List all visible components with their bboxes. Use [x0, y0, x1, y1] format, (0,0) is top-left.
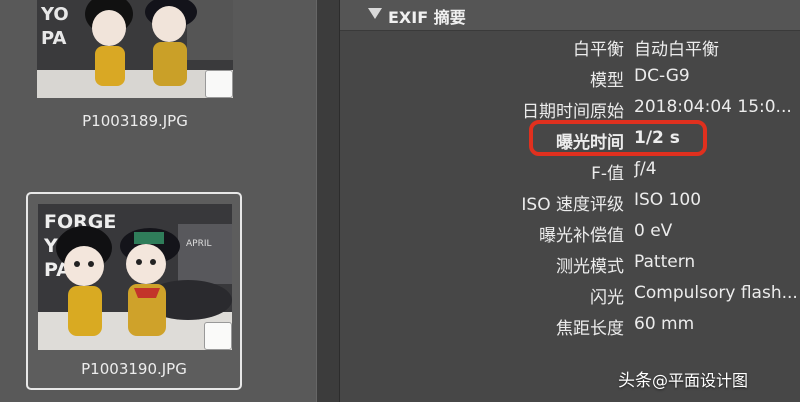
thumbnail-browser: YO PA P1003189.JPG FORGE YOU PA [0, 0, 316, 402]
exif-label: 模型 [590, 71, 624, 91]
exif-value: DC-G9 [634, 66, 690, 86]
watermark: 头条@平面设计图 [618, 366, 748, 391]
exif-row-focal-length: 焦距长度 60 mm [340, 311, 800, 341]
exif-row-f-number: F-值 ƒ/4 [340, 156, 800, 186]
watermark-prefix: 头条 [618, 371, 652, 391]
doll-photo-image: FORGE YOU PA APRIL [38, 204, 232, 350]
exif-row-flash: 闪光 Compulsory flash... [340, 280, 800, 310]
exif-row-white-balance: 白平衡 自动白平衡 [340, 32, 800, 62]
thumbnail-item[interactable]: YO PA P1003189.JPG [37, 0, 233, 140]
thumbnail-filename: P1003190.JPG [81, 360, 187, 378]
exif-section-title: EXIF 摘要 [388, 8, 466, 27]
exif-row-exposure-bias: 曝光补偿值 0 eV [340, 218, 800, 248]
exif-label: F-值 [591, 164, 624, 184]
exif-label: 测光模式 [556, 257, 624, 277]
exif-value: 0 eV [634, 221, 673, 241]
exif-row-iso: ISO 速度评级 ISO 100 [340, 187, 800, 217]
photo-calendar-text: APRIL [186, 239, 212, 249]
exif-value: 60 mm [634, 314, 695, 334]
panel-divider[interactable] [316, 0, 340, 402]
exif-label: ISO 速度评级 [521, 195, 624, 215]
exif-label: 白平衡 [573, 40, 624, 60]
exif-row-metering-mode: 测光模式 Pattern [340, 249, 800, 279]
exif-value: Pattern [634, 252, 696, 272]
thumbnail-photo[interactable]: FORGE YOU PA APRIL [38, 204, 232, 350]
exif-value: 2018:04:04 15:0... [634, 97, 792, 117]
thumbnail-photo[interactable]: YO PA [37, 0, 233, 98]
thumbnail-filename: P1003189.JPG [82, 112, 188, 130]
select-checkbox[interactable] [205, 70, 233, 98]
select-checkbox[interactable] [204, 322, 232, 350]
exif-value: Compulsory flash... [634, 283, 798, 303]
exif-section-header[interactable]: EXIF 摘要 [340, 0, 800, 31]
exif-panel: EXIF 摘要 白平衡 自动白平衡 模型 DC-G9 日期时间原始 2018:0… [340, 0, 800, 402]
exif-value: 自动白平衡 [634, 40, 719, 60]
exif-row-model: 模型 DC-G9 [340, 63, 800, 93]
exif-label: 闪光 [590, 288, 624, 308]
photo-text-pa: PA [41, 28, 67, 49]
exif-value: ƒ/4 [634, 159, 657, 179]
exif-value: ISO 100 [634, 190, 702, 210]
exif-label: 曝光补偿值 [539, 226, 624, 246]
exposure-time-highlight-annotation [529, 120, 707, 156]
exif-label: 焦距长度 [556, 319, 624, 339]
thumbnail-item-selected[interactable]: FORGE YOU PA APRIL P1003190.J [26, 192, 242, 390]
disclosure-triangle-icon[interactable] [368, 8, 382, 19]
photo-text-yo: YO [40, 4, 69, 25]
exif-label: 日期时间原始 [522, 102, 624, 122]
watermark-text: @平面设计图 [652, 371, 749, 390]
doll-photo-image: YO PA [37, 0, 233, 98]
